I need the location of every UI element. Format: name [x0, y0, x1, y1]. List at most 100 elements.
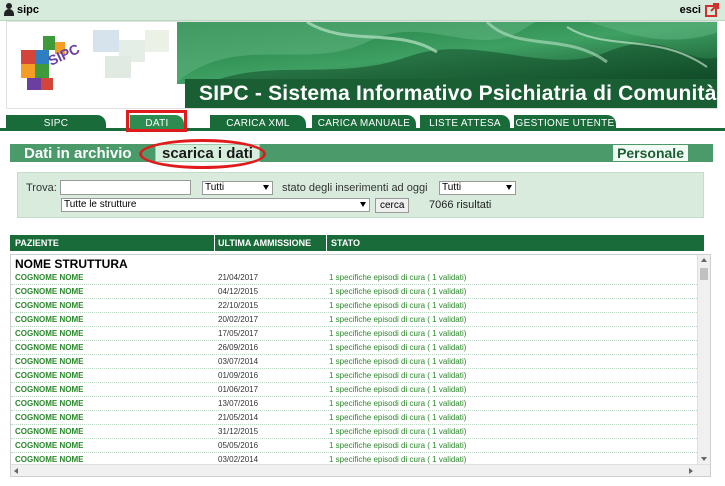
column-header-status[interactable]: STATO	[331, 238, 360, 248]
table-row[interactable]: COGNOME NOME 17/05/2017 1 specifiche episo…	[11, 327, 697, 341]
status-link[interactable]: 1 specifiche episodi di cura ( 1 validat…	[329, 287, 466, 296]
status-link[interactable]: 1 specifiche episodi di cura ( 1 validat…	[329, 357, 466, 366]
user-name: sipc	[17, 3, 40, 16]
last-admission-date: 20/02/2017	[218, 315, 259, 324]
table-row[interactable]: COGNOME NOME 21/05/2014 1 specifiche episo…	[11, 411, 697, 425]
last-admission-date: 04/12/2015	[218, 287, 259, 296]
chevron-down-icon	[360, 202, 366, 207]
last-admission-date: 21/04/2017	[218, 273, 259, 282]
column-header-patient[interactable]: PAZIENTE	[15, 238, 59, 248]
last-admission-date: 05/05/2016	[218, 441, 259, 450]
header-banner: SIPC SIPC - Sistema Informativo Psichiat…	[6, 21, 718, 109]
status-link[interactable]: 1 specifiche episodi di cura ( 1 validat…	[329, 301, 466, 310]
status-link[interactable]: 1 specifiche episodi di cura ( 1 validat…	[329, 427, 466, 436]
personal-button[interactable]: Personale	[612, 144, 689, 162]
status-link[interactable]: 1 specifiche episodi di cura ( 1 validat…	[329, 273, 466, 282]
patient-name-link[interactable]: COGNOME NOME	[15, 371, 83, 380]
logout-link[interactable]: esci	[680, 3, 719, 17]
patient-name-link[interactable]: COGNOME NOME	[15, 343, 83, 352]
patient-name-link[interactable]: COGNOME NOME	[15, 427, 83, 436]
patient-name-link[interactable]: COGNOME NOME	[15, 385, 83, 394]
logout-label[interactable]: esci	[680, 4, 701, 16]
last-admission-date: 13/07/2016	[218, 399, 259, 408]
patient-name-link[interactable]: COGNOME NOME	[15, 441, 83, 450]
table-row[interactable]: COGNOME NOME 31/12/2015 1 specifiche episo…	[11, 425, 697, 439]
filter-select[interactable]: Tutti	[202, 181, 273, 195]
last-admission-date: 21/05/2014	[218, 413, 259, 422]
patient-name-link[interactable]: COGNOME NOME	[15, 413, 83, 422]
last-admission-date: 17/05/2017	[218, 329, 259, 338]
table-row[interactable]: COGNOME NOME 01/06/2017 1 specifiche episo…	[11, 383, 697, 397]
tab-liste-attesa[interactable]: LISTE ATTESA	[420, 115, 510, 131]
table-row[interactable]: COGNOME NOME 04/12/2015 1 specifiche episo…	[11, 285, 697, 299]
last-admission-date: 01/09/2016	[218, 371, 259, 380]
filter-select-value: Tutti	[205, 182, 225, 193]
results-table: NOME STRUTTURA COGNOME NOME 21/04/2017 1 s…	[10, 254, 711, 477]
main-tabs: SIPC DATI CARICA XML CARICA MANUALE LIST…	[0, 109, 725, 132]
scroll-left-icon[interactable]	[14, 468, 18, 474]
status-link[interactable]: 1 specifiche episodi di cura ( 1 validat…	[329, 385, 466, 394]
structure-group-title: NOME STRUTTURA	[15, 257, 128, 271]
table-row[interactable]: COGNOME NOME 03/07/2014 1 specifiche episo…	[11, 355, 697, 369]
status-link[interactable]: 1 specifiche episodi di cura ( 1 validat…	[329, 329, 466, 338]
app-title: SIPC - Sistema Informativo Psichiatria d…	[199, 82, 717, 105]
table-row[interactable]: COGNOME NOME 05/05/2016 1 specifiche episo…	[11, 439, 697, 453]
table-row[interactable]: COGNOME NOME 21/04/2017 1 specifiche episo…	[11, 271, 697, 285]
search-panel: Trova: Tutti stato degli inserimenti ad …	[17, 172, 704, 218]
column-header-last-admission[interactable]: ULTIMA AMMISSIONE	[218, 238, 311, 248]
patient-name-link[interactable]: COGNOME NOME	[15, 315, 83, 324]
status-link[interactable]: 1 specifiche episodi di cura ( 1 validat…	[329, 455, 466, 464]
last-admission-date: 01/06/2017	[218, 385, 259, 394]
structure-select-value: Tutte le strutture	[64, 199, 137, 210]
top-bar: sipc esci	[0, 0, 725, 21]
results-table-header: PAZIENTE ULTIMA AMMISSIONE STATO	[10, 235, 704, 251]
scroll-down-icon[interactable]	[701, 457, 707, 461]
table-row[interactable]: COGNOME NOME 26/09/2016 1 specifiche episo…	[11, 341, 697, 355]
scroll-right-icon[interactable]	[689, 468, 693, 474]
status-link[interactable]: 1 specifiche episodi di cura ( 1 validat…	[329, 371, 466, 380]
tab-gestione-utente[interactable]: GESTIONE UTENTE	[514, 115, 616, 131]
patient-name-link[interactable]: COGNOME NOME	[15, 301, 83, 310]
vertical-scrollbar[interactable]	[697, 255, 710, 464]
table-row[interactable]: COGNOME NOME 20/02/2017 1 specifiche episo…	[11, 313, 697, 327]
last-admission-date: 22/10/2015	[218, 301, 259, 310]
patient-name-link[interactable]: COGNOME NOME	[15, 273, 83, 282]
structure-select[interactable]: Tutte le strutture	[61, 198, 370, 212]
patient-name-link[interactable]: COGNOME NOME	[15, 399, 83, 408]
current-user: sipc	[3, 3, 39, 16]
find-label: Trova:	[26, 182, 57, 194]
tab-carica-manuale[interactable]: CARICA MANUALE	[312, 115, 416, 131]
result-count: 7066 risultati	[429, 199, 492, 211]
user-icon	[3, 3, 14, 16]
table-row[interactable]: COGNOME NOME 22/10/2015 1 specifiche episo…	[11, 299, 697, 313]
last-admission-date: 31/12/2015	[218, 427, 259, 436]
tab-sipc[interactable]: SIPC	[6, 115, 106, 131]
scroll-up-icon[interactable]	[701, 258, 707, 262]
last-admission-date: 03/02/2014	[218, 455, 259, 464]
tab-carica-xml[interactable]: CARICA XML	[210, 115, 306, 131]
archive-header: Dati in archivio scarica i dati Personal…	[10, 144, 713, 162]
last-admission-date: 26/09/2016	[218, 343, 259, 352]
table-row[interactable]: COGNOME NOME 01/09/2016 1 specifiche episo…	[11, 369, 697, 383]
logout-icon[interactable]	[705, 3, 719, 17]
find-input[interactable]	[60, 180, 191, 195]
state-select[interactable]: Tutti	[439, 181, 516, 195]
horizontal-scrollbar[interactable]	[11, 464, 710, 476]
scrollbar-thumb[interactable]	[700, 268, 708, 280]
status-link[interactable]: 1 specifiche episodi di cura ( 1 validat…	[329, 343, 466, 352]
download-highlight-marker	[139, 139, 266, 169]
last-admission-date: 03/07/2014	[218, 357, 259, 366]
status-link[interactable]: 1 specifiche episodi di cura ( 1 validat…	[329, 315, 466, 324]
status-link[interactable]: 1 specifiche episodi di cura ( 1 validat…	[329, 399, 466, 408]
patient-name-link[interactable]: COGNOME NOME	[15, 357, 83, 366]
table-row[interactable]: COGNOME NOME 13/07/2016 1 specifiche episo…	[11, 397, 697, 411]
search-button[interactable]: cerca	[375, 198, 410, 213]
patient-name-link[interactable]: COGNOME NOME	[15, 455, 83, 464]
chevron-down-icon	[506, 185, 512, 190]
chevron-down-icon	[263, 185, 269, 190]
patient-name-link[interactable]: COGNOME NOME	[15, 329, 83, 338]
patient-name-link[interactable]: COGNOME NOME	[15, 287, 83, 296]
state-label: stato degli inserimenti ad oggi	[282, 182, 428, 194]
status-link[interactable]: 1 specifiche episodi di cura ( 1 validat…	[329, 441, 466, 450]
status-link[interactable]: 1 specifiche episodi di cura ( 1 validat…	[329, 413, 466, 422]
